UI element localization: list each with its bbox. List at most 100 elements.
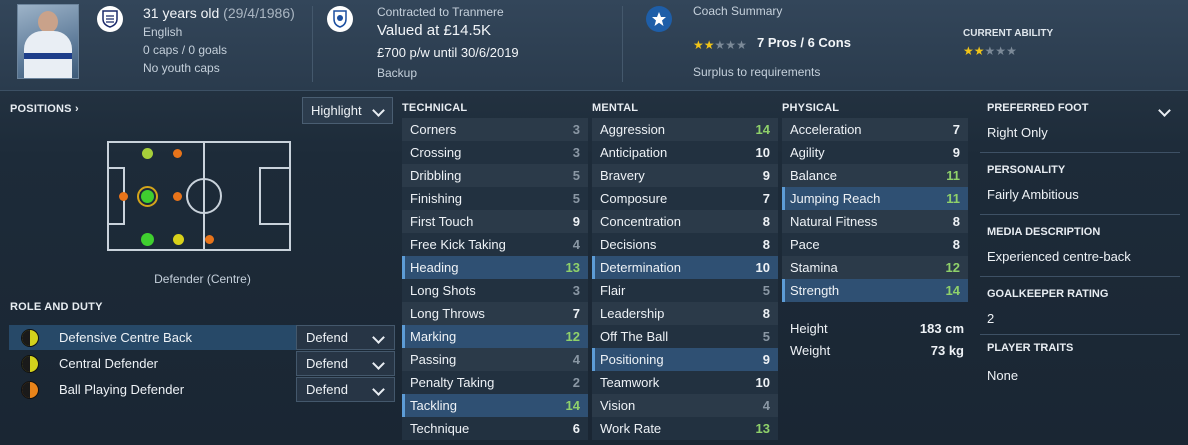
role-row[interactable]: Ball Playing Defender [9,377,296,402]
attribute-row[interactable]: Anticipation 10 [592,141,778,164]
role-row[interactable]: Defensive Centre Back [9,325,296,350]
contract-club[interactable]: Contracted to Tranmere [377,5,504,19]
attribute-row[interactable]: Long Throws 7 [402,302,588,325]
technical-title: TECHNICAL [402,102,468,114]
attribute-name: Vision [600,398,636,413]
attribute-row[interactable]: Free Kick Taking 4 [402,233,588,256]
personality-title: PERSONALITY [987,164,1066,176]
attribute-name: Leadership [600,306,665,321]
preferred-foot-title: PREFERRED FOOT [987,102,1089,114]
attribute-value: 10 [755,375,770,390]
player-youth-caps: No youth caps [143,61,220,75]
positions-title[interactable]: POSITIONS › [10,103,79,115]
attribute-row[interactable]: Composure 7 [592,187,778,210]
attribute-value: 5 [762,283,770,298]
attribute-value: 11 [946,191,960,206]
attribute-value: 14 [945,283,960,298]
duty-label: Defend [306,330,348,345]
player-photo [17,4,79,79]
attribute-row[interactable]: Tackling 14 [402,394,588,417]
attribute-name: Technique [410,421,470,436]
attribute-row[interactable]: Decisions 8 [592,233,778,256]
attribute-value: 9 [952,145,960,160]
attribute-row[interactable]: Passing 4 [402,348,588,371]
role-icon [21,354,39,373]
role-name: Central Defender [59,356,158,371]
attribute-row[interactable]: Strength 14 [782,279,968,302]
attribute-name: Tackling [410,398,457,413]
attribute-value: 3 [572,145,580,160]
duty-label: Defend [306,382,348,397]
attribute-row[interactable]: Work Rate 13 [592,417,778,440]
attribute-name: Long Shots [410,283,476,298]
position-dot [173,234,184,245]
attribute-name: Crossing [410,145,462,160]
weight-value: 73 kg [930,343,964,358]
attribute-row[interactable]: Concentration 8 [592,210,778,233]
attribute-name: Jumping Reach [790,191,881,206]
attribute-value: 11 [946,168,960,183]
position-dot [205,235,214,244]
duty-dropdown[interactable]: Defend [296,325,395,350]
player-age: 31 years old (29/4/1986) [143,5,295,21]
attribute-name: Anticipation [600,145,668,160]
role-icon [21,328,39,347]
attribute-name: Positioning [600,352,664,367]
attribute-row[interactable]: Penalty Taking 2 [402,371,588,394]
attribute-value: 6 [572,421,580,436]
attribute-name: Aggression [600,122,666,137]
attribute-value: 9 [762,168,770,183]
attribute-name: Acceleration [790,122,862,137]
attribute-row[interactable]: Crossing 3 [402,141,588,164]
chevron-down-icon [372,383,385,396]
attribute-row[interactable]: Stamina 12 [782,256,968,279]
role-row[interactable]: Central Defender [9,351,296,376]
attribute-row[interactable]: First Touch 9 [402,210,588,233]
highlight-dropdown[interactable]: Highlight [302,97,393,124]
attribute-value: 8 [762,306,770,321]
attribute-row[interactable]: Technique 6 [402,417,588,440]
attribute-row[interactable]: Jumping Reach 11 [782,187,968,210]
duty-dropdown[interactable]: Defend [296,377,395,402]
attribute-row[interactable]: Off The Ball 5 [592,325,778,348]
attribute-row[interactable]: Flair 5 [592,279,778,302]
attribute-value: 12 [945,260,960,275]
attribute-row[interactable]: Corners 3 [402,118,588,141]
attribute-row[interactable]: Marking 12 [402,325,588,348]
player-nationality: English [143,25,183,39]
personality-value: Fairly Ambitious [987,187,1079,202]
attribute-row[interactable]: Long Shots 3 [402,279,588,302]
attribute-row[interactable]: Finishing 5 [402,187,588,210]
attribute-name: Penalty Taking [410,375,495,390]
attribute-row[interactable]: Leadership 8 [592,302,778,325]
attribute-name: Composure [600,191,668,206]
chevron-down-icon [372,357,385,370]
attribute-value: 7 [762,191,770,206]
squad-status: Backup [377,66,418,80]
attribute-row[interactable]: Vision 4 [592,394,778,417]
chevron-down-icon [372,104,385,117]
preferred-foot-value: Right Only [987,125,1048,140]
attribute-row[interactable]: Teamwork 10 [592,371,778,394]
attribute-row[interactable]: Dribbling 5 [402,164,588,187]
attribute-name: Long Throws [410,306,485,321]
attribute-row[interactable]: Determination 10 [592,256,778,279]
height-value: 183 cm [919,321,964,336]
attribute-row[interactable]: Positioning 9 [592,348,778,371]
attribute-row[interactable]: Bravery 9 [592,164,778,187]
attribute-row[interactable]: Heading 13 [402,256,588,279]
attribute-row[interactable]: Acceleration 7 [782,118,968,141]
position-dot [173,149,182,158]
attribute-row[interactable]: Natural Fitness 8 [782,210,968,233]
attribute-row[interactable]: Agility 9 [782,141,968,164]
player-traits-value: None [987,368,1019,383]
divider [980,152,1180,153]
position-dot [141,233,154,246]
duty-dropdown[interactable]: Defend [296,351,395,376]
attribute-row[interactable]: Aggression 14 [592,118,778,141]
attribute-value: 13 [565,260,580,275]
attribute-value: 5 [572,191,580,206]
attribute-row[interactable]: Pace 8 [782,233,968,256]
duty-label: Defend [306,356,348,371]
attribute-row[interactable]: Balance 11 [782,164,968,187]
